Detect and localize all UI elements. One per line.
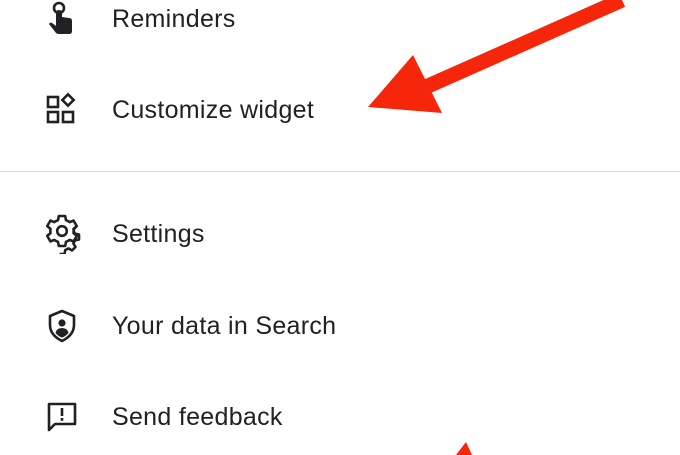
shield-person-icon xyxy=(42,306,82,346)
menu-item-label: Your data in Search xyxy=(112,312,337,340)
feedback-icon xyxy=(42,397,82,437)
reminder-hand-icon xyxy=(42,0,82,39)
menu-item-your-data-in-search[interactable]: Your data in Search xyxy=(0,296,680,356)
menu-item-label: Settings xyxy=(112,220,205,248)
menu-item-settings[interactable]: Settings xyxy=(0,204,680,264)
menu-item-label: Customize widget xyxy=(112,96,315,124)
gear-icon xyxy=(42,214,82,254)
menu-item-customize-widget[interactable]: Customize widget xyxy=(0,80,680,140)
menu-item-label: Send feedback xyxy=(112,403,283,431)
menu-item-reminders[interactable]: Reminders xyxy=(0,0,680,49)
widgets-icon xyxy=(42,90,82,130)
menu-divider xyxy=(0,171,680,172)
menu-page: Reminders Customize widget Settings Your… xyxy=(0,0,680,455)
menu-item-label: Reminders xyxy=(112,5,236,33)
menu-item-send-feedback[interactable]: Send feedback xyxy=(0,387,680,447)
